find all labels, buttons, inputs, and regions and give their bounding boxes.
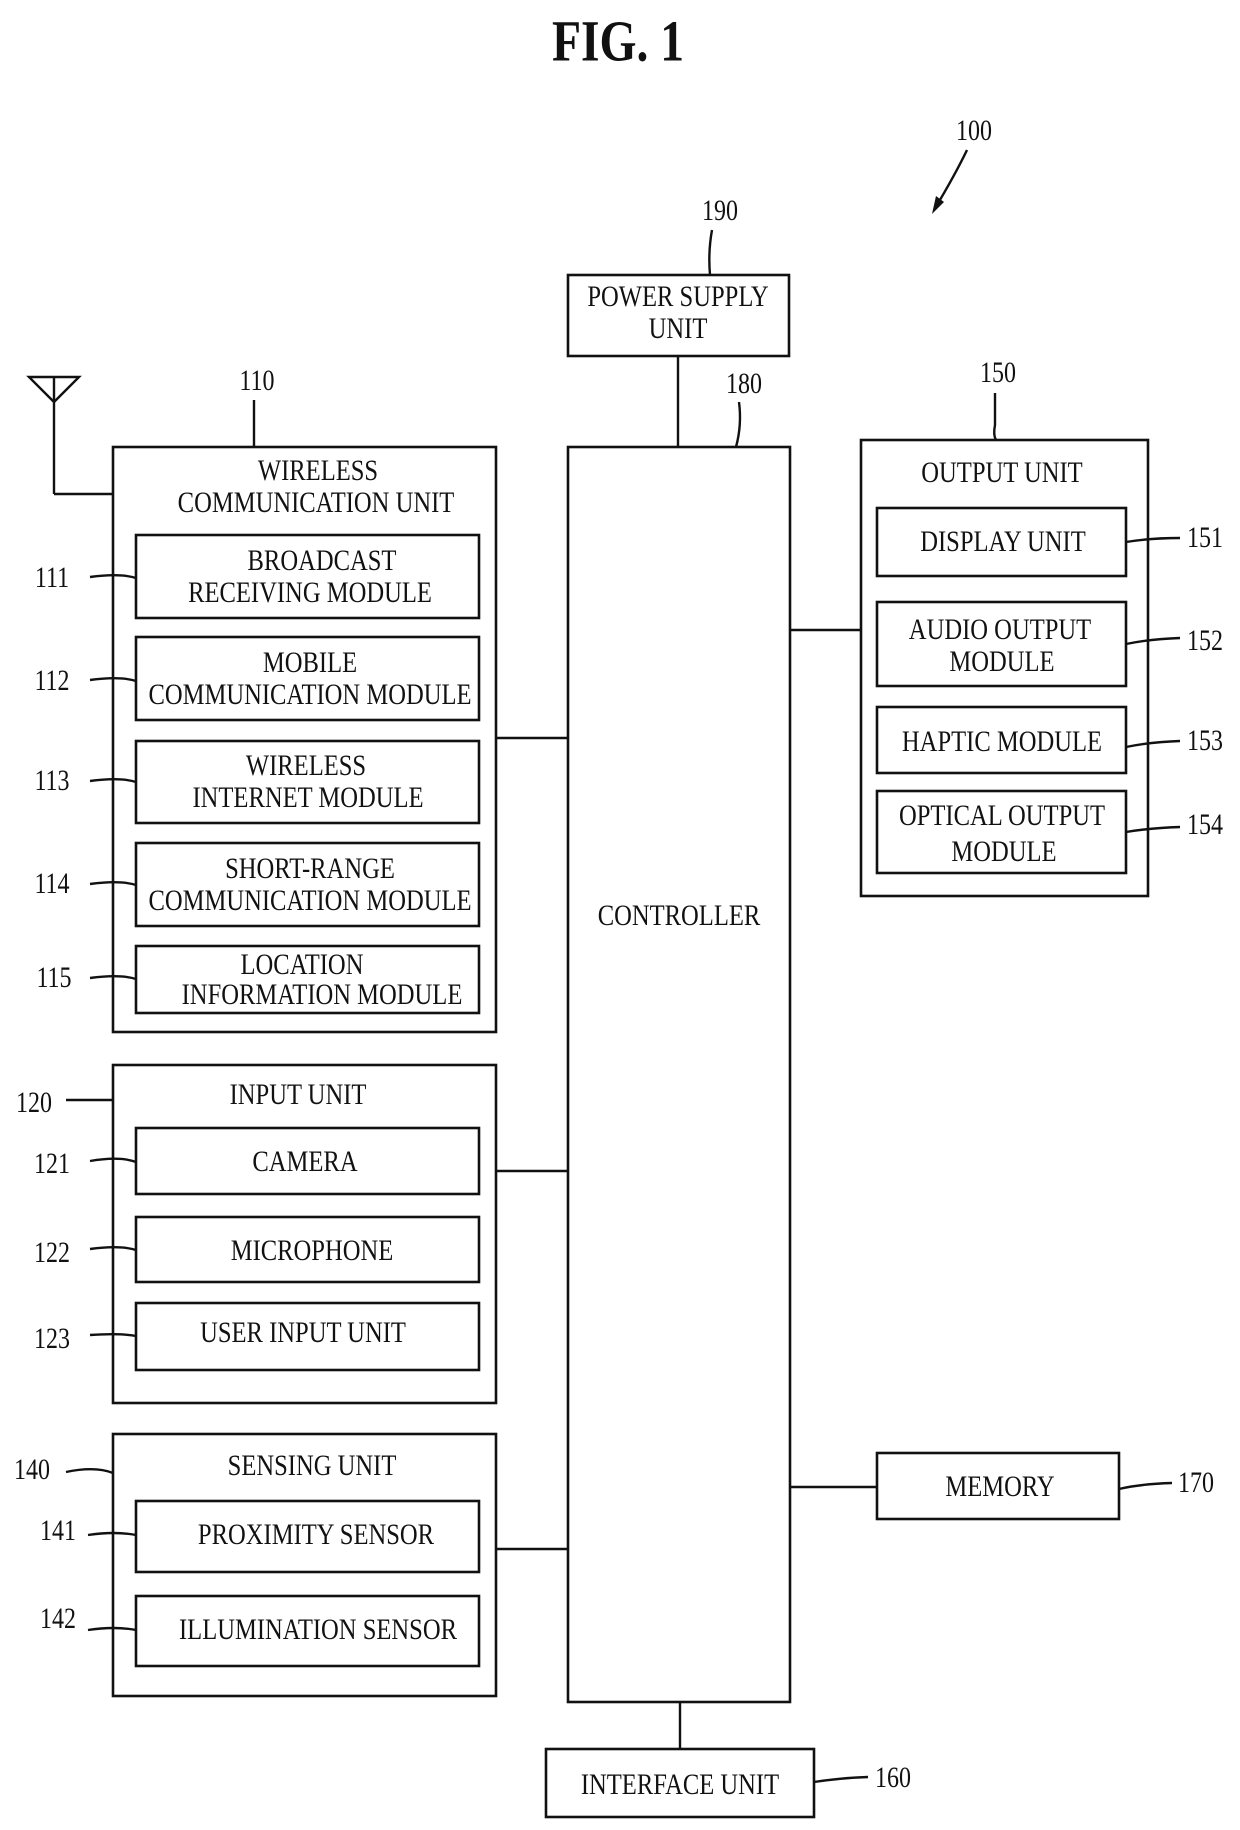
module-142-label: ILLUMINATION SENSOR [179, 1613, 458, 1646]
ref-label-122: 122 [34, 1235, 70, 1268]
memory-label: MEMORY [945, 1470, 1054, 1503]
wireless-communication-unit: WIRELESS COMMUNICATION UNIT BROADCAST RE… [111, 445, 498, 1034]
ref-label-121: 121 [34, 1146, 70, 1179]
memory: MEMORY [875, 1451, 1121, 1521]
module-121-label: CAMERA [252, 1145, 357, 1178]
wireless-unit-label-line-1: WIRELESS [258, 454, 378, 487]
input-unit-label: INPUT UNIT [230, 1078, 367, 1111]
ref-label-142: 142 [40, 1601, 76, 1634]
leader-line-180 [734, 401, 742, 448]
module-153-label: HAPTIC MODULE [902, 725, 1102, 758]
leader-line-160 [813, 1775, 869, 1784]
module-112-label-line-1: MOBILE [263, 646, 357, 679]
leader-line-150 [993, 393, 998, 441]
module-154-label-line-1: OPTICAL OUTPUT [899, 799, 1105, 832]
ref-label-152: 152 [1187, 623, 1223, 656]
ref-label-device: 100 [956, 113, 992, 146]
power-supply-unit: POWER SUPPLY UNIT [566, 273, 791, 358]
module-151-label: DISPLAY UNIT [920, 525, 1086, 558]
ref-label-113: 113 [34, 763, 69, 796]
ref-label-115: 115 [36, 960, 71, 993]
module-114-label-line-1: SHORT-RANGE [225, 852, 395, 885]
ref-label-wireless-unit: 110 [239, 363, 274, 396]
ref-label-141: 141 [40, 1513, 76, 1546]
module-122-label: MICROPHONE [231, 1234, 394, 1267]
module-154-label-line-2: MODULE [951, 835, 1056, 868]
ref-label-153: 153 [1187, 723, 1223, 756]
antenna-icon [26, 375, 113, 496]
output-unit: OUTPUT UNIT DISPLAY UNIT AUDIO OUTPUT MO… [859, 438, 1150, 898]
module-113-label-line-2: INTERNET MODULE [192, 781, 423, 814]
ref-label-112: 112 [34, 663, 69, 696]
controller-label: CONTROLLER [598, 899, 761, 932]
sensing-unit: SENSING UNIT PROXIMITY SENSOR ILLUMINATI… [111, 1432, 498, 1698]
leader-line-170 [1118, 1481, 1173, 1491]
module-152-label-line-1: AUDIO OUTPUT [909, 613, 1092, 646]
device-pointer-arrow [932, 149, 969, 214]
ref-label-150: 150 [980, 355, 1016, 388]
interface-unit-label: INTERFACE UNIT [581, 1768, 780, 1801]
block-diagram: FIG. 1 100 POWER SUPPLY UNIT 190 CONTROL… [14, 10, 1223, 1819]
module-111-label-line-1: BROADCAST [248, 544, 397, 577]
ref-label-154: 154 [1187, 807, 1223, 840]
sensing-unit-label: SENSING UNIT [228, 1449, 397, 1482]
module-115-label-line-2: INFORMATION MODULE [182, 978, 463, 1011]
module-111-label-line-2: RECEIVING MODULE [188, 576, 432, 609]
output-unit-label: OUTPUT UNIT [921, 456, 1083, 489]
ref-label-160: 160 [875, 1760, 911, 1793]
module-114-label-line-2: COMMUNICATION MODULE [148, 884, 471, 917]
leader-line-190 [708, 229, 714, 276]
ref-label-140: 140 [14, 1452, 50, 1485]
module-141-label: PROXIMITY SENSOR [198, 1518, 435, 1551]
controller: CONTROLLER [566, 445, 792, 1704]
ref-label-114: 114 [34, 866, 69, 899]
module-115-label-line-1: LOCATION [241, 948, 364, 981]
figure-title: FIG. 1 [552, 10, 684, 73]
interface-unit: INTERFACE UNIT [544, 1747, 816, 1819]
leader-line-140 [65, 1468, 114, 1475]
ref-label-170: 170 [1178, 1465, 1214, 1498]
ref-label-power-supply: 190 [702, 193, 738, 226]
ref-label-120: 120 [16, 1085, 52, 1118]
power-supply-label-line-2: UNIT [649, 312, 708, 345]
module-113-label-line-1: WIRELESS [246, 749, 366, 782]
wireless-unit-label-line-2: COMMUNICATION UNIT [178, 486, 455, 519]
ref-label-151: 151 [1187, 520, 1223, 553]
module-152-label-line-2: MODULE [949, 645, 1054, 678]
ref-label-123: 123 [34, 1321, 70, 1354]
ref-label-111: 111 [35, 560, 69, 593]
ref-label-controller: 180 [726, 366, 762, 399]
power-supply-label-line-1: POWER SUPPLY [587, 280, 768, 313]
module-123-label: USER INPUT UNIT [200, 1316, 406, 1349]
input-unit: INPUT UNIT CAMERA MICROPHONE USER INPUT … [111, 1063, 498, 1405]
module-112-label-line-2: COMMUNICATION MODULE [148, 678, 471, 711]
